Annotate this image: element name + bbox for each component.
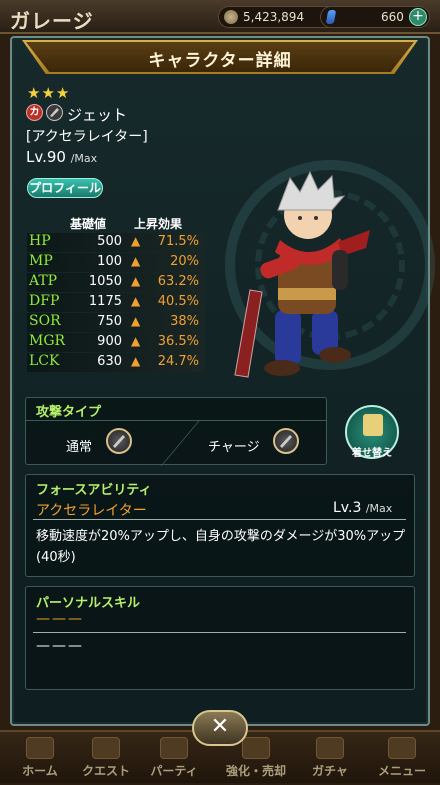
stat-name: ATP bbox=[29, 273, 58, 289]
stat-value: 1050 bbox=[88, 274, 122, 289]
change-outfit-label: 着せ替え bbox=[352, 448, 392, 459]
stat-row-atp: ATP 1050 ▲ 63.2% bbox=[27, 273, 205, 292]
divider bbox=[25, 420, 327, 421]
weapon-type-icon bbox=[46, 104, 63, 121]
up-arrow-icon: ▲ bbox=[131, 254, 141, 268]
stat-value: 500 bbox=[97, 234, 122, 249]
charge-attack-icon bbox=[273, 428, 299, 454]
nav-menu[interactable]: メニュー bbox=[358, 732, 440, 785]
up-arrow-icon: ▲ bbox=[131, 274, 141, 288]
menu-icon bbox=[388, 737, 416, 759]
up-arrow-icon: ▲ bbox=[131, 294, 141, 308]
panel-title: キャラクター詳細 bbox=[148, 51, 292, 71]
stat-value: 900 bbox=[97, 334, 122, 349]
top-bar: ガレージ 5,423,894 660 + bbox=[0, 0, 440, 34]
quest-icon bbox=[92, 737, 120, 759]
enhance-icon bbox=[242, 737, 270, 759]
level-value: Lv.90 bbox=[26, 148, 66, 166]
add-gems-button[interactable]: + bbox=[409, 8, 427, 26]
attack-normal-label: 通常 bbox=[66, 440, 93, 455]
stat-name: MP bbox=[29, 253, 53, 269]
stat-row-hp: HP 500 ▲ 71.5% bbox=[27, 233, 205, 252]
character-portrait bbox=[234, 170, 370, 378]
attack-charge-label: チャージ bbox=[208, 440, 260, 455]
stat-bonus: 40.5% bbox=[157, 294, 199, 309]
force-ability-title: フォースアビリティ bbox=[36, 483, 152, 498]
stat-name: HP bbox=[29, 233, 51, 249]
stat-bonus: 71.5% bbox=[157, 234, 199, 249]
stat-row-mgr: MGR 900 ▲ 36.5% bbox=[27, 333, 205, 352]
stat-name: DFP bbox=[29, 293, 60, 309]
force-ability-name: アクセラレイター bbox=[36, 503, 147, 519]
nav-menu-label: メニュー bbox=[377, 764, 426, 778]
force-level-max: /Max bbox=[365, 502, 393, 515]
normal-attack-icon bbox=[106, 428, 132, 454]
stat-row-sor: SOR 750 ▲ 38% bbox=[27, 313, 205, 332]
chara-type-icon: カ bbox=[26, 104, 43, 121]
force-ability-level: Lv.3 /Max bbox=[333, 500, 392, 516]
up-arrow-icon: ▲ bbox=[131, 314, 141, 328]
close-button[interactable]: ✕ bbox=[192, 710, 248, 746]
profile-button[interactable]: プロフィール bbox=[27, 178, 103, 198]
force-ability-description: 移動速度が20%アップし、自身の攻撃のダメージが30%アップ(40秒) bbox=[36, 529, 406, 565]
level-max: /Max bbox=[70, 152, 98, 165]
personal-skill-name: ——— bbox=[36, 611, 84, 627]
stat-bonus: 36.5% bbox=[157, 334, 199, 349]
nav-party-label: パーティ bbox=[150, 764, 198, 778]
gem-value: 660 bbox=[381, 10, 404, 24]
up-arrow-icon: ▲ bbox=[131, 354, 141, 368]
personal-skill-title: パーソナルスキル bbox=[36, 596, 141, 611]
stat-bonus: 63.2% bbox=[157, 274, 199, 289]
character-level: Lv.90 /Max bbox=[26, 148, 97, 166]
stat-base-header: 基礎値 bbox=[70, 217, 107, 231]
stat-row-lck: LCK 630 ▲ 24.7% bbox=[27, 353, 205, 372]
gacha-icon bbox=[316, 737, 344, 759]
stat-bonus: 24.7% bbox=[157, 354, 199, 369]
gem-box: 660 + bbox=[320, 6, 430, 28]
stat-name: SOR bbox=[29, 313, 61, 329]
stat-bonus: 38% bbox=[170, 314, 199, 329]
divider bbox=[33, 632, 406, 633]
force-level-value: Lv.3 bbox=[333, 500, 362, 516]
stat-row-mp: MP 100 ▲ 20% bbox=[27, 253, 205, 272]
personal-skill-description: ——— bbox=[36, 638, 84, 654]
stat-name: LCK bbox=[29, 353, 60, 369]
stat-bonus-header: 上昇効果 bbox=[134, 217, 183, 231]
character-subtitle: [アクセラレイター] bbox=[26, 129, 148, 145]
stat-value: 630 bbox=[97, 354, 122, 369]
shirt-icon bbox=[363, 414, 383, 436]
stat-value: 750 bbox=[97, 314, 122, 329]
up-arrow-icon: ▲ bbox=[131, 334, 141, 348]
attack-type-title: 攻撃タイプ bbox=[36, 405, 102, 420]
stat-row-dfp: DFP 1175 ▲ 40.5% bbox=[27, 293, 205, 312]
party-icon bbox=[160, 737, 188, 759]
coin-icon bbox=[224, 10, 238, 24]
stat-name: MGR bbox=[29, 333, 66, 349]
up-arrow-icon: ▲ bbox=[131, 234, 141, 248]
stat-value: 1175 bbox=[88, 294, 122, 309]
gem-icon bbox=[325, 10, 337, 24]
screen-title: ガレージ bbox=[10, 9, 94, 33]
rarity-stars: ★★★ bbox=[27, 84, 71, 102]
stat-value: 100 bbox=[97, 254, 122, 269]
home-icon bbox=[26, 737, 54, 759]
character-name: ジェット bbox=[67, 106, 128, 124]
stat-bonus: 20% bbox=[170, 254, 199, 269]
divider bbox=[33, 519, 406, 520]
currency-value: 5,423,894 bbox=[243, 10, 305, 24]
